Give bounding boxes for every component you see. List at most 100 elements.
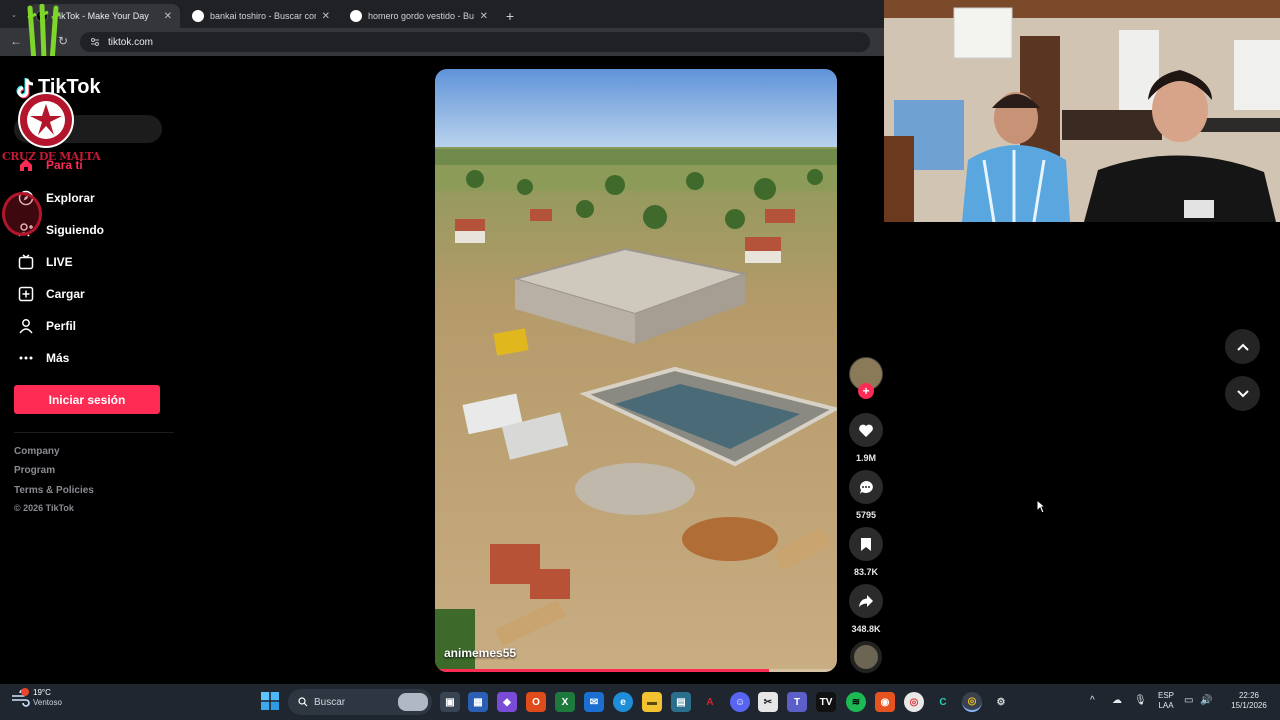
adobe-icon[interactable]: A <box>700 692 720 712</box>
taskbar-search-input[interactable]: Buscar <box>288 689 432 715</box>
search-highlight-icon <box>398 693 428 711</box>
divider <box>14 432 174 433</box>
weather-temp: 19°C <box>33 688 51 697</box>
game-pass-icon[interactable]: X <box>555 692 575 712</box>
video-username[interactable]: animemes55 <box>444 646 516 660</box>
keyboard-layout: LAA <box>1158 701 1174 710</box>
network-icon[interactable]: ▭ <box>1184 696 1193 706</box>
tab-title: TikTok - Make Your Day <box>54 11 149 21</box>
windows-start-button[interactable] <box>261 692 281 712</box>
url-text: tiktok.com <box>108 36 154 48</box>
task-view-icon[interactable]: ▣ <box>440 692 460 712</box>
site-settings-icon[interactable] <box>90 37 100 47</box>
tray-overflow-chevron-icon[interactable]: ^ <box>1090 696 1095 706</box>
footer-company-link[interactable]: Company <box>14 446 60 457</box>
search-icon <box>298 697 308 707</box>
office-icon[interactable]: O <box>526 692 546 712</box>
like-action[interactable]: 1.9M <box>849 413 883 463</box>
google-favicon-icon <box>192 10 204 22</box>
weather-desc: Ventoso <box>33 698 62 707</box>
outlook-icon[interactable]: ✉ <box>584 692 604 712</box>
cruz-de-malta-logo: CRUZ DE MALTA <box>2 92 101 172</box>
sound-disc[interactable] <box>849 641 883 673</box>
sidebar-item-label: Explorar <box>46 191 95 205</box>
close-icon[interactable]: ✕ <box>316 11 330 22</box>
comment-action[interactable]: 5795 <box>849 470 883 520</box>
share-arrow-icon <box>859 595 873 607</box>
settings-gear-icon[interactable]: ⚙ <box>991 692 1011 712</box>
copilot-icon[interactable]: ◆ <box>497 692 517 712</box>
live-icon <box>16 252 36 272</box>
close-icon[interactable]: ✕ <box>474 11 488 22</box>
video-frame-construction-site <box>435 69 837 672</box>
clock[interactable]: 22:26 15/1/2026 <box>1224 691 1274 711</box>
windows-logo-icon <box>261 692 279 710</box>
discord-icon[interactable]: ☺ <box>730 692 750 712</box>
new-tab-button[interactable]: + <box>500 4 520 28</box>
previous-video-button[interactable] <box>1225 329 1260 364</box>
sidebar-item-label: LIVE <box>46 255 73 269</box>
spotify-icon[interactable]: ≋ <box>846 692 866 712</box>
tab-title: bankai toshiro - Buscar con Google <box>210 11 316 21</box>
taskbar-search-placeholder: Buscar <box>314 696 346 708</box>
music-disc-icon[interactable] <box>850 641 882 673</box>
chevron-up-icon <box>1236 343 1249 351</box>
save-button[interactable] <box>849 527 883 561</box>
sidebar-item-label: Cargar <box>46 287 85 301</box>
comment-button[interactable] <box>849 470 883 504</box>
sidebar-item-label: Más <box>46 351 70 365</box>
footer-terms-link[interactable]: Terms & Policies <box>14 485 94 496</box>
share-button[interactable] <box>849 584 883 618</box>
share-action[interactable]: 348.8K <box>849 584 883 634</box>
input-language[interactable]: ESP LAA <box>1154 691 1178 711</box>
microsoft-store-icon[interactable]: ▦ <box>468 692 488 712</box>
webcam-feed-image <box>884 0 1280 222</box>
sidebar-item-cargar[interactable]: Cargar <box>16 283 85 305</box>
more-icon <box>16 348 36 368</box>
app-orange-icon[interactable]: ◉ <box>875 692 895 712</box>
login-button[interactable]: Iniciar sesión <box>14 385 160 414</box>
chrome-icon[interactable]: ◎ <box>904 692 924 712</box>
save-action[interactable]: 83.7K <box>849 527 883 577</box>
tab-google-1[interactable]: bankai toshiro - Buscar con Google ✕ <box>184 4 338 28</box>
overlay-logo-text: CRUZ DE MALTA <box>2 150 101 163</box>
weather-widget[interactable]: 19°C Ventoso <box>10 688 62 708</box>
capcut-icon[interactable]: ✂ <box>758 692 778 712</box>
sidebar-item-live[interactable]: LIVE <box>16 251 73 273</box>
sidebar-item-label: Perfil <box>46 319 77 333</box>
creator-avatar[interactable]: + <box>849 357 883 399</box>
follow-plus-icon[interactable]: + <box>858 383 874 399</box>
tab-search-button[interactable] <box>4 4 24 28</box>
chevron-down-icon <box>12 15 16 17</box>
tab-google-2[interactable]: homero gordo vestido - Buscar con Google… <box>342 4 496 28</box>
footer-program-link[interactable]: Program <box>14 465 55 476</box>
webcam-overlay <box>884 0 1280 222</box>
sidebar-item-label: Siguiendo <box>46 223 104 237</box>
folder-app-icon[interactable]: ▤ <box>671 692 691 712</box>
file-explorer-icon[interactable]: ▬ <box>642 692 662 712</box>
footer-copyright: © 2026 TikTok <box>14 503 74 513</box>
red-badge-overlay <box>2 192 42 236</box>
chrome-active-icon[interactable]: ◎ <box>962 692 982 712</box>
browser-tab-bar: TikTok - Make Your Day ✕ bankai toshiro … <box>0 0 884 28</box>
video-player[interactable]: animemes55 <box>435 69 837 672</box>
teams-icon[interactable]: T <box>787 692 807 712</box>
back-arrow-icon[interactable]: ← <box>10 34 22 48</box>
microphone-icon[interactable]: 🎙 <box>1134 696 1147 706</box>
next-video-button[interactable] <box>1225 376 1260 411</box>
cloud-sync-icon[interactable]: ☁ <box>1112 696 1122 706</box>
volume-icon[interactable]: 🔊 <box>1200 696 1212 706</box>
like-button[interactable] <box>849 413 883 447</box>
edge-browser-icon[interactable]: e <box>613 692 633 712</box>
app-teal-icon[interactable]: C <box>933 692 953 712</box>
tradingview-icon[interactable]: TV <box>816 692 836 712</box>
bookmark-icon <box>861 537 871 551</box>
windows-taskbar: 19°C Ventoso Buscar ▣ ▦ ◆ O X ✉ e ▬ ▤ A … <box>0 684 1280 720</box>
address-bar[interactable]: tiktok.com <box>80 32 870 52</box>
chevron-down-icon <box>1236 389 1249 397</box>
save-count: 83.7K <box>853 567 879 577</box>
sidebar-item-perfil[interactable]: Perfil <box>16 315 76 337</box>
maltese-cross-badge-icon <box>18 92 74 148</box>
close-icon[interactable]: ✕ <box>158 11 172 22</box>
sidebar-item-mas[interactable]: Más <box>16 347 69 369</box>
